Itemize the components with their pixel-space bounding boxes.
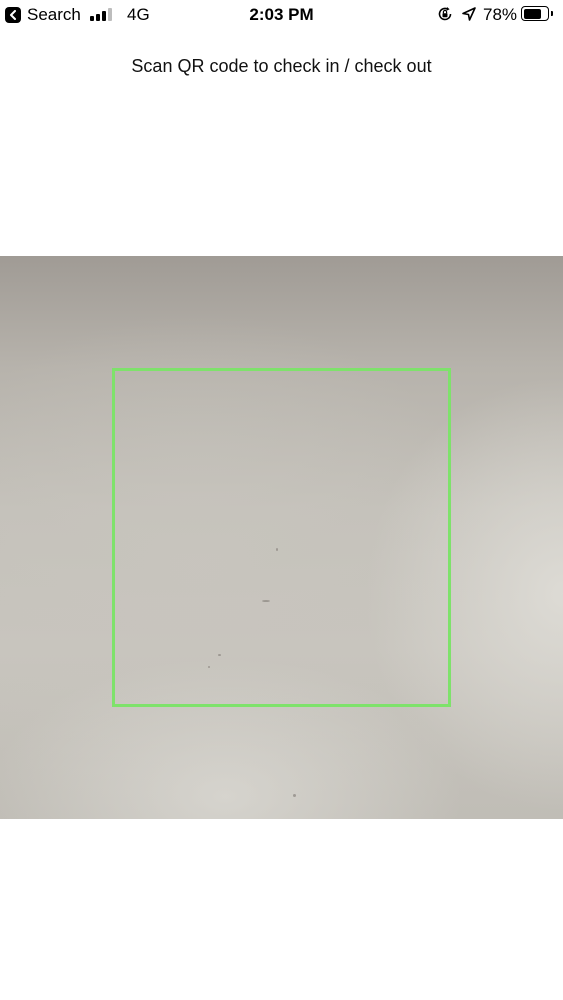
scan-instruction: Scan QR code to check in / check out <box>131 56 432 76</box>
battery-icon <box>521 6 549 21</box>
orientation-lock-icon <box>437 6 453 22</box>
battery-cap <box>551 11 553 16</box>
status-bar: Search 4G 2:03 PM 78% <box>0 0 563 30</box>
battery-level <box>523 8 542 19</box>
location-arrow-icon <box>461 6 477 22</box>
status-time: 2:03 PM <box>249 5 314 24</box>
battery-percent: 78% <box>483 5 518 24</box>
qr-scan-frame <box>112 368 451 707</box>
